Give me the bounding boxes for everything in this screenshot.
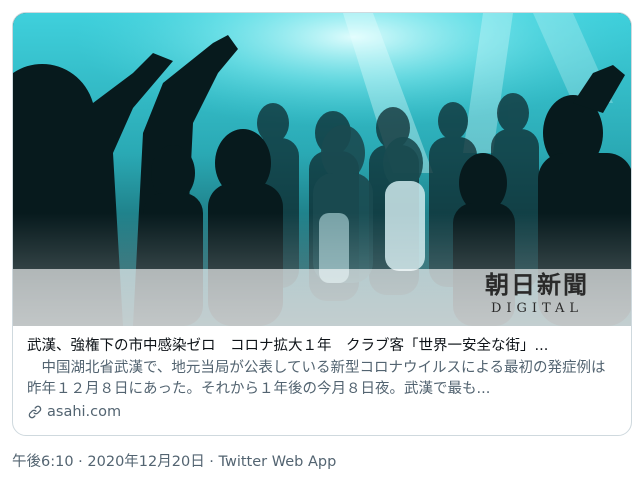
tweet-date[interactable]: 2020年12月20日 (87, 454, 204, 470)
asahi-digital-logo: 朝日新聞 DIGITAL (451, 268, 623, 326)
domain-text: asahi.com (47, 404, 122, 420)
card-text-area[interactable]: 武漢、強権下の市中感染ゼロ コロナ拡大１年 クラブ客「世界一安全な街」... 中… (13, 326, 631, 422)
article-domain[interactable]: asahi.com (27, 402, 617, 422)
tweet-source[interactable]: Twitter Web App (219, 454, 337, 470)
link-icon (28, 405, 42, 419)
meta-separator: · (73, 454, 88, 470)
logo-main-text: 朝日新聞 (485, 270, 589, 299)
tweet-metadata: 午後6:10 · 2020年12月20日 · Twitter Web App (12, 452, 336, 472)
article-title[interactable]: 武漢、強権下の市中感染ゼロ コロナ拡大１年 クラブ客「世界一安全な街」... (27, 336, 617, 356)
article-description: 中国湖北省武漢で、地元当局が公表している新型コロナウイルスによる最初の発症例は昨… (27, 360, 606, 397)
logo-sub-text: DIGITAL (490, 301, 584, 316)
tweet-time[interactable]: 午後6:10 (12, 454, 74, 470)
link-preview-card[interactable]: 朝日新聞 DIGITAL 武漢、強権下の市中感染ゼロ コロナ拡大１年 クラブ客「… (12, 12, 632, 436)
article-photo[interactable]: 朝日新聞 DIGITAL (13, 13, 631, 326)
meta-separator: · (204, 454, 219, 470)
